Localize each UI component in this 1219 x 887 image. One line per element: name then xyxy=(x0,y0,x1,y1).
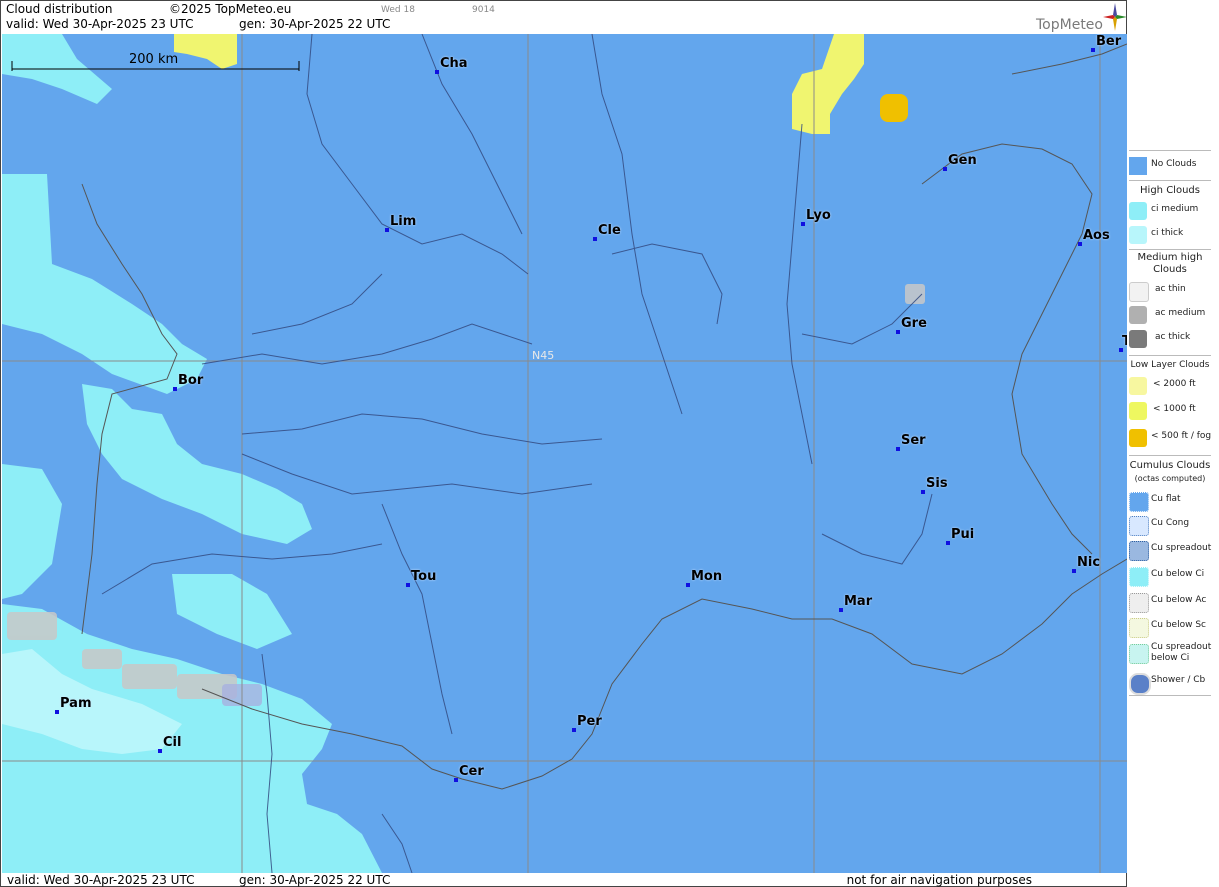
city-label: Ser xyxy=(901,433,926,448)
legend-ac-medium: ac medium xyxy=(1127,304,1213,326)
city-label: Lyo xyxy=(806,208,831,223)
city-dot xyxy=(1091,48,1095,52)
header-code-1: Wed 18 xyxy=(381,5,415,15)
city-label: Cle xyxy=(598,223,621,238)
legend-cu-below-ci: Cu below Ci xyxy=(1127,565,1213,587)
city-dot xyxy=(896,330,900,334)
footer-disclaimer: not for air navigation purposes xyxy=(846,873,1032,887)
city-label: Pam xyxy=(60,696,92,711)
city-label: Gen xyxy=(948,153,977,168)
legend-panel: No Clouds High Clouds ci medium ci thick… xyxy=(1127,0,1219,887)
city-label: Mon xyxy=(691,569,723,584)
legend-shower-cb: Shower / Cb xyxy=(1127,671,1213,695)
legend-low-2000: < 2000 ft xyxy=(1127,375,1213,397)
city-dot xyxy=(686,583,690,587)
city-dot xyxy=(921,490,925,494)
legend-high-clouds-heading: High Clouds xyxy=(1140,185,1200,196)
city-label: Gre xyxy=(901,316,927,331)
city-label: Per xyxy=(577,714,602,729)
city-dot xyxy=(406,583,410,587)
legend-low-500: < 500 ft / fog xyxy=(1127,427,1213,449)
city-dot xyxy=(158,749,162,753)
compass-logo-icon xyxy=(1103,3,1127,31)
city-dot xyxy=(454,778,458,782)
latitude-label: N45 xyxy=(532,349,555,362)
city-label: Sis xyxy=(926,476,948,491)
scale-label: 200 km xyxy=(129,52,179,67)
legend-cumulus-heading: Cumulus Clouds xyxy=(1129,460,1211,471)
city-dot xyxy=(801,222,805,226)
legend-ci-medium: ci medium xyxy=(1127,200,1213,222)
legend-cu-flat: Cu flat xyxy=(1127,490,1213,512)
legend-cu-cong: Cu Cong xyxy=(1127,514,1213,536)
city-label: Mar xyxy=(844,594,873,609)
legend-medium-heading: Medium high Clouds xyxy=(1137,252,1203,275)
city-label: Aos xyxy=(1083,228,1110,243)
city-label: Cil xyxy=(163,735,182,750)
city-dot xyxy=(946,541,950,545)
legend-cu-spreadout-below-ci: Cu spreadout below Ci xyxy=(1127,642,1213,670)
city-dot xyxy=(173,387,177,391)
city-label: Cha xyxy=(440,56,468,71)
legend-cu-below-ac: Cu below Ac xyxy=(1127,591,1213,613)
footer-generated: gen: 30-Apr-2025 22 UTC xyxy=(239,873,391,887)
city-dot xyxy=(385,228,389,232)
legend-ac-thin: ac thin xyxy=(1127,280,1213,302)
city-label: Pui xyxy=(951,527,975,542)
cloud-map[interactable]: 200 km N45 Cha Ber Gen Lim Cle Lyo Aos G… xyxy=(2,34,1127,873)
city-dot xyxy=(896,447,900,451)
legend-ci-thick: ci thick xyxy=(1127,224,1213,246)
city-label: Bor xyxy=(178,373,204,388)
copyright: ©2025 TopMeteo.eu xyxy=(169,2,292,16)
map-frame: Cloud distribution ©2025 TopMeteo.eu Wed… xyxy=(0,0,1127,887)
legend-low-heading: Low Layer Clouds xyxy=(1130,360,1210,370)
footer-valid: valid: Wed 30-Apr-2025 23 UTC xyxy=(7,873,195,887)
city-dot xyxy=(1072,569,1076,573)
topmeteo-logo: TopMeteo xyxy=(1036,17,1103,33)
legend-cumulus-subheading: (octas computed) xyxy=(1134,474,1206,483)
city-dot xyxy=(435,70,439,74)
fog-patch xyxy=(880,94,908,122)
city-dot xyxy=(55,710,59,714)
legend-no-clouds: No Clouds xyxy=(1127,155,1213,177)
city-label: Tou xyxy=(411,569,437,584)
city-label: Ber xyxy=(1096,34,1122,49)
legend-ac-thick: ac thick xyxy=(1127,328,1213,350)
legend-cu-spreadout: Cu spreadout xyxy=(1127,539,1213,561)
city-label: Lim xyxy=(390,214,417,229)
city-dot xyxy=(839,608,843,612)
city-dot xyxy=(1078,242,1082,246)
chart-title: Cloud distribution xyxy=(6,2,113,16)
legend-low-1000: < 1000 ft xyxy=(1127,400,1213,422)
header-code-2: 9014 xyxy=(472,5,495,15)
city-label: Nic xyxy=(1077,555,1101,570)
city-dot xyxy=(943,167,947,171)
valid-time: valid: Wed 30-Apr-2025 23 UTC xyxy=(6,17,194,31)
city-dot xyxy=(572,728,576,732)
city-dot xyxy=(593,237,597,241)
legend-cu-below-sc: Cu below Sc xyxy=(1127,616,1213,638)
generated-time: gen: 30-Apr-2025 22 UTC xyxy=(239,17,391,31)
city-label: Cer xyxy=(459,764,484,779)
